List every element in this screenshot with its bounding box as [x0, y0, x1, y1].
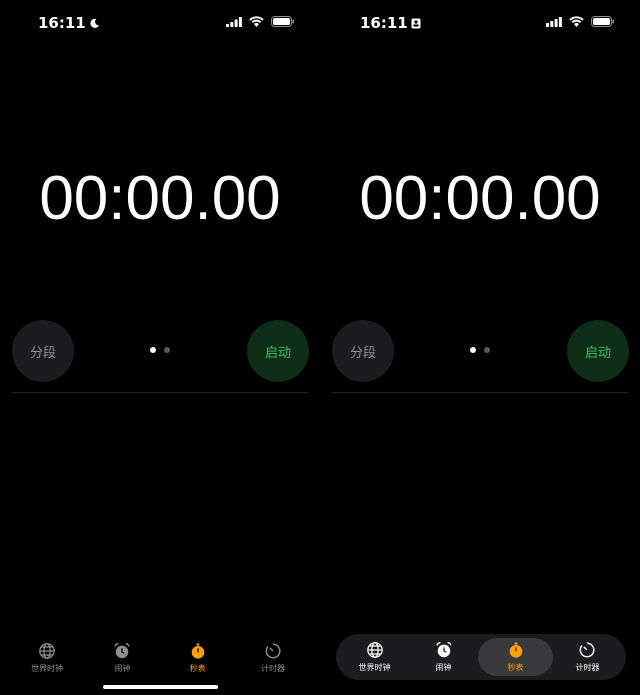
stopwatch-display: 00:00.00 — [39, 164, 281, 233]
lap-list-divider — [12, 392, 308, 393]
page-dot-inactive[interactable] — [484, 347, 490, 353]
tab-label: 世界时钟 — [31, 664, 63, 673]
start-button[interactable]: 启动 — [567, 320, 629, 382]
tab-timer[interactable]: 计时器 — [553, 637, 622, 677]
tab-label: 闹钟 — [114, 664, 131, 673]
tab-stopwatch[interactable]: 秒表 — [163, 638, 233, 678]
tab-alarm[interactable]: 闹钟 — [87, 638, 157, 678]
page-indicator[interactable] — [470, 347, 490, 353]
status-bar-time: 16:11 — [360, 14, 421, 32]
alarm-clock-icon — [114, 643, 130, 659]
stopwatch-screen-right: 16:11 00:00.00 分段 启动 世界时钟 闹钟 秒表 计时器 — [320, 0, 640, 695]
tab-label: 秒表 — [507, 663, 524, 672]
stopwatch-icon — [191, 643, 204, 659]
tab-world-clock[interactable]: 世界时钟 — [12, 638, 82, 678]
timer-icon — [265, 643, 281, 659]
stopwatch-screen-left: 16:11 00:00.00 分段 启动 世界时钟 闹钟 秒表 计时器 — [0, 0, 320, 695]
moon-icon — [90, 18, 99, 28]
battery-icon — [591, 16, 614, 27]
tab-label: 秒表 — [189, 664, 206, 673]
tab-timer[interactable]: 计时器 — [238, 638, 308, 678]
home-indicator[interactable] — [103, 685, 218, 689]
tab-bar: 世界时钟 闹钟 秒表 计时器 — [12, 636, 308, 680]
lap-list-divider — [332, 392, 628, 393]
tab-label: 闹钟 — [435, 663, 452, 672]
battery-icon — [271, 16, 294, 27]
status-bar-indicators — [226, 16, 295, 27]
tab-label: 计时器 — [260, 664, 285, 673]
lap-button-label: 分段 — [29, 345, 56, 361]
lap-button[interactable]: 分段 — [12, 320, 74, 382]
id-card-icon — [411, 18, 421, 28]
tab-stopwatch[interactable]: 秒表 — [478, 638, 553, 676]
alarm-clock-icon — [436, 642, 451, 658]
status-bar-time: 16:11 — [38, 14, 100, 32]
stopwatch-display: 00:00.00 — [359, 164, 601, 233]
globe-icon — [39, 643, 55, 659]
wifi-icon — [569, 16, 584, 27]
globe-icon — [366, 642, 383, 658]
timer-icon — [580, 642, 596, 658]
tab-label: 世界时钟 — [358, 663, 391, 672]
start-button-label: 启动 — [584, 345, 611, 361]
status-time-text: 16:11 — [38, 14, 86, 32]
page-indicator[interactable] — [150, 347, 170, 353]
page-dot-inactive[interactable] — [164, 347, 170, 353]
lap-button-label: 分段 — [349, 345, 376, 361]
cellular-signal-icon — [226, 17, 242, 27]
tab-bar: 世界时钟 闹钟 秒表 计时器 — [336, 634, 626, 680]
lap-button[interactable]: 分段 — [332, 320, 394, 382]
stopwatch-icon — [509, 642, 522, 658]
start-button-label: 启动 — [264, 345, 291, 361]
page-dot-active[interactable] — [470, 347, 476, 353]
status-bar-indicators — [546, 16, 615, 27]
cellular-signal-icon — [546, 17, 562, 27]
tab-alarm[interactable]: 闹钟 — [409, 637, 478, 677]
tab-world-clock[interactable]: 世界时钟 — [340, 637, 409, 677]
start-button[interactable]: 启动 — [247, 320, 309, 382]
wifi-icon — [249, 16, 264, 27]
tab-label: 计时器 — [575, 663, 600, 672]
page-dot-active[interactable] — [150, 347, 156, 353]
status-time-text: 16:11 — [360, 14, 408, 32]
